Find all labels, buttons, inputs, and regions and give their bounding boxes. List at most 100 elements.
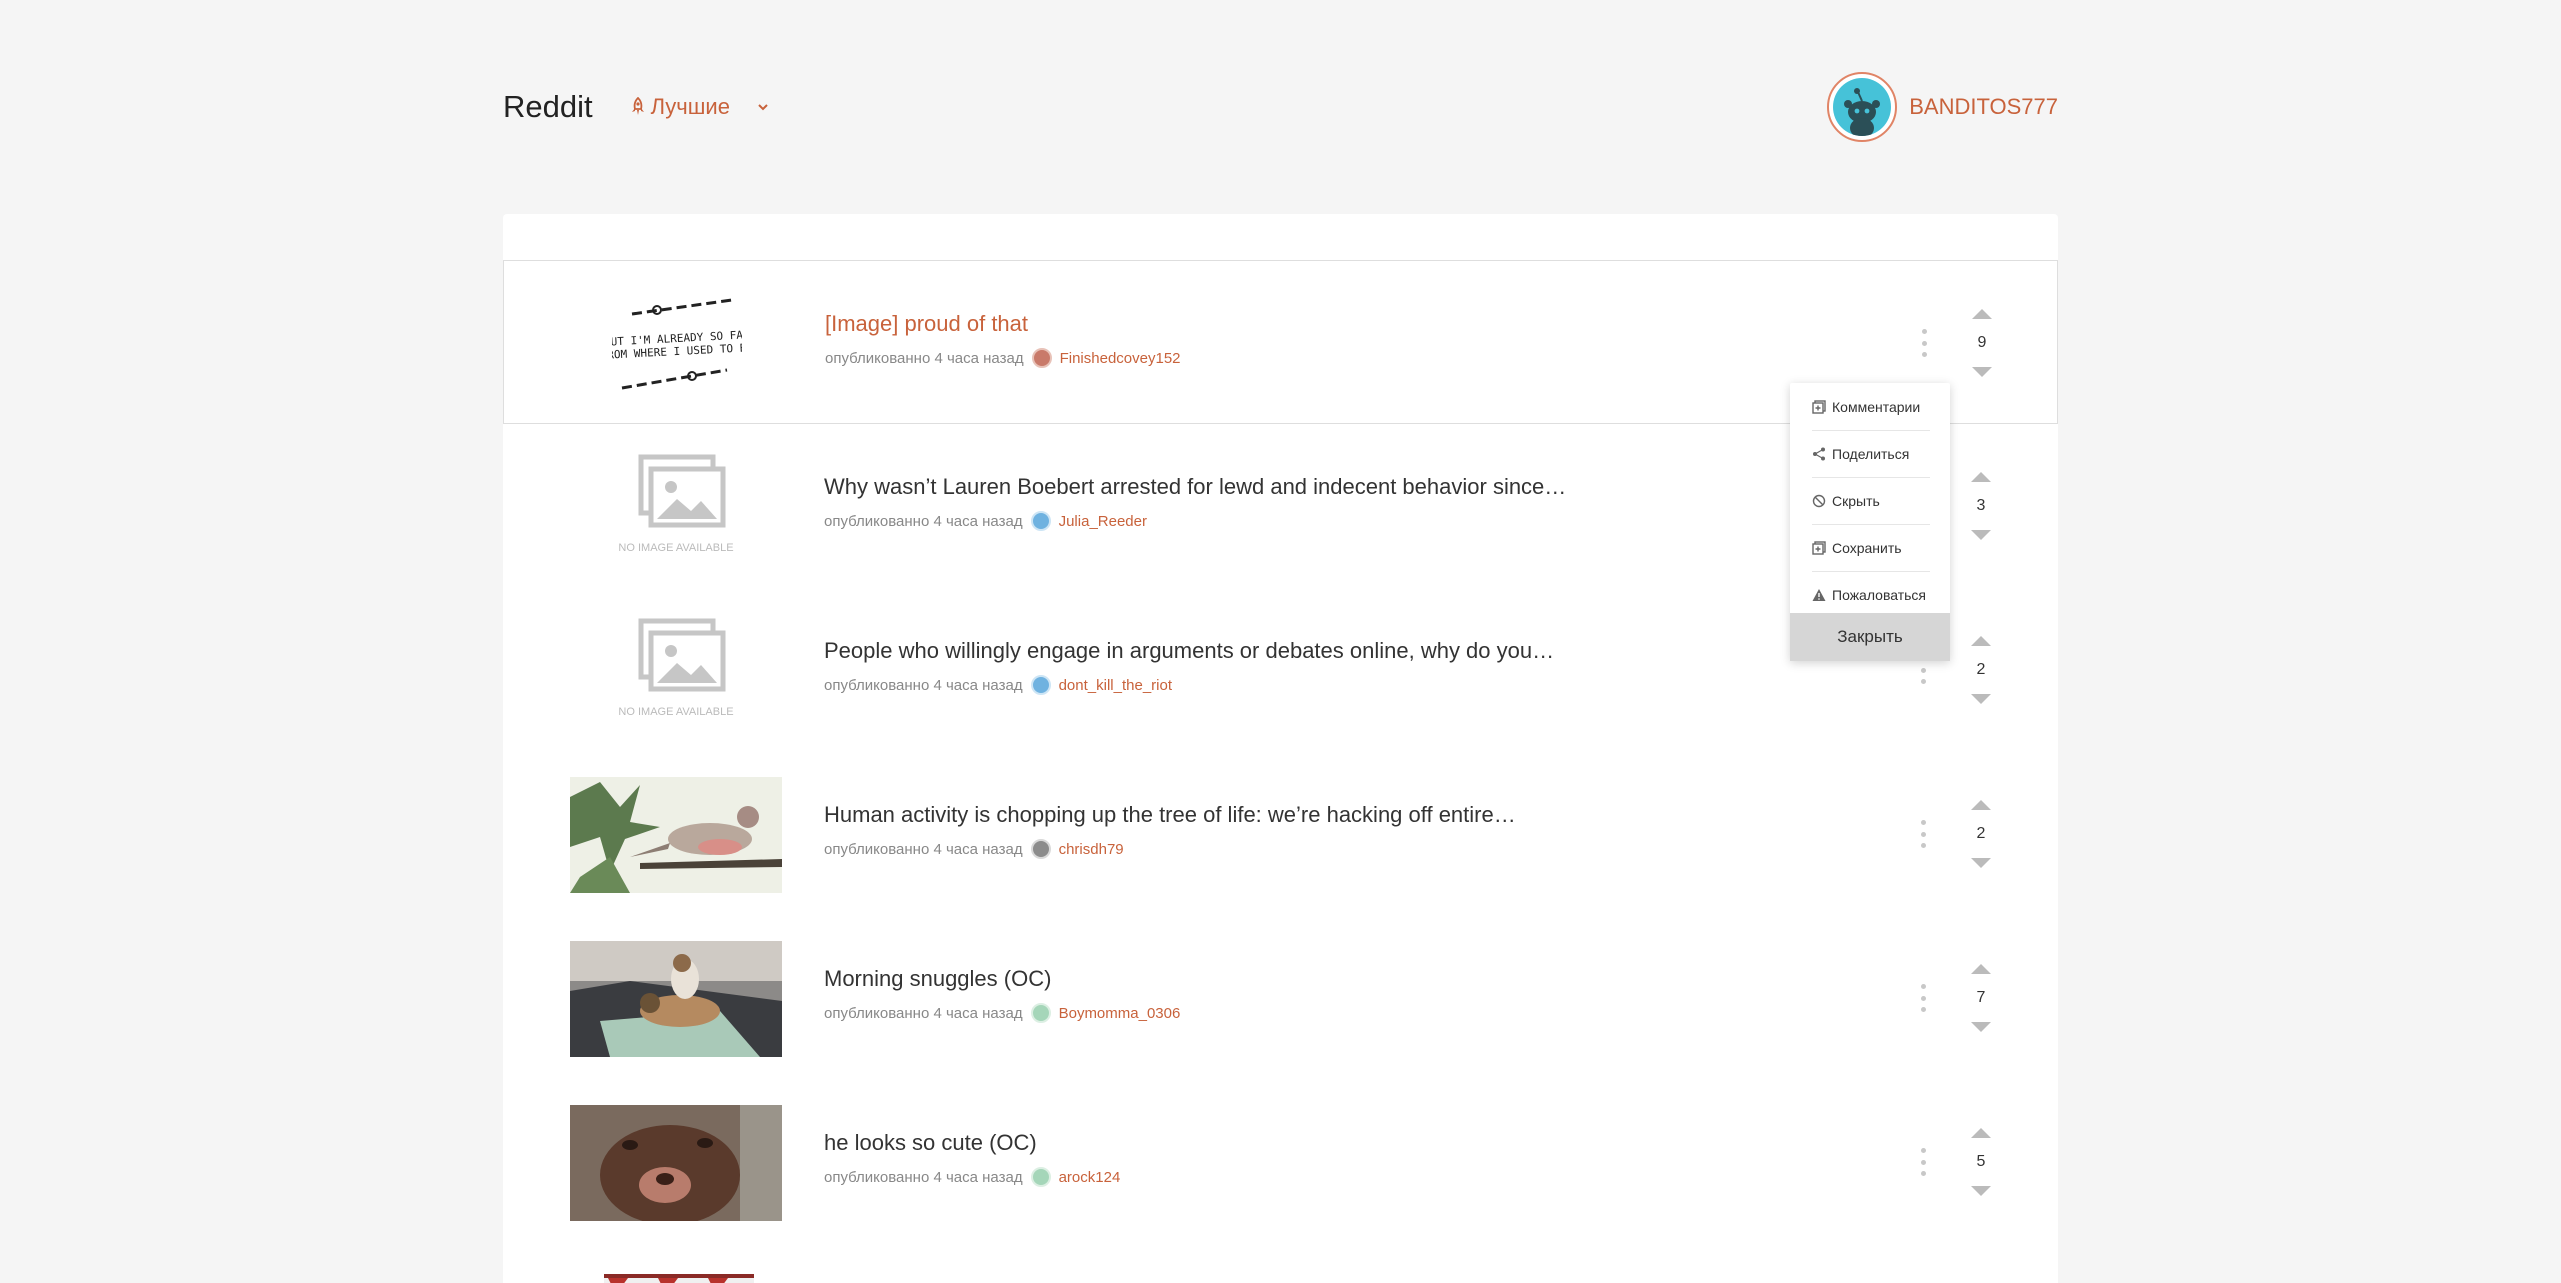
chevron-down-icon[interactable] xyxy=(756,100,770,114)
warning-icon xyxy=(1812,588,1826,601)
downvote-icon[interactable] xyxy=(1971,1186,1991,1196)
handwritten-text-image: BUT I'M ALREADY SO FAR FROM WHERE I USED… xyxy=(612,298,742,390)
score: 7 xyxy=(1976,989,1986,1006)
menu-item-hide[interactable]: Скрыть xyxy=(1790,477,1950,524)
more-options-icon[interactable] xyxy=(1918,329,1930,357)
save-icon xyxy=(1812,540,1826,555)
post-time: опубликованно 4 часа назад xyxy=(824,840,1023,858)
avatar[interactable] xyxy=(1827,72,1898,142)
bird-illustration xyxy=(570,777,782,893)
post-thumbnail[interactable] xyxy=(570,941,782,1057)
post-title[interactable]: Morning snuggles (OC) xyxy=(824,966,1051,992)
post-title[interactable]: [Image] proud of that xyxy=(825,311,1028,337)
menu-item-save[interactable]: Сохранить xyxy=(1790,524,1950,571)
post-meta: опубликованно 4 часа назад dont_kill_the… xyxy=(824,675,1172,695)
post-item[interactable] xyxy=(503,1244,2058,1283)
post-time: опубликованно 4 часа назад xyxy=(825,349,1024,367)
post-time: опубликованно 4 часа назад xyxy=(824,1004,1023,1022)
score: 2 xyxy=(1976,825,1986,842)
upvote-icon[interactable] xyxy=(1971,1128,1991,1138)
menu-close-button[interactable]: Закрыть xyxy=(1790,613,1950,661)
post-time: опубликованно 4 часа назад xyxy=(824,512,1023,530)
post-meta: опубликованно 4 часа назад Boymomma_0306 xyxy=(824,1003,1180,1023)
post-author[interactable]: Boymomma_0306 xyxy=(1059,1005,1181,1022)
vote-controls: 9 xyxy=(1962,309,2002,377)
vote-controls: 5 xyxy=(1961,1128,2001,1196)
header-left: Reddit Лучшие xyxy=(503,89,770,125)
post-author[interactable]: dont_kill_the_riot xyxy=(1059,677,1172,694)
post-item[interactable]: he looks so cute (OC) опубликованно 4 ча… xyxy=(503,1080,2058,1244)
upvote-icon[interactable] xyxy=(1971,800,1991,810)
upvote-icon[interactable] xyxy=(1971,472,1991,482)
post-thumbnail[interactable] xyxy=(570,1274,782,1283)
post-author[interactable]: Finishedcovey152 xyxy=(1060,350,1181,367)
flag-image xyxy=(604,1274,754,1283)
user-avatar-icon xyxy=(1030,1167,1051,1187)
snoo-avatar-icon xyxy=(1833,78,1892,136)
upvote-icon[interactable] xyxy=(1972,309,1992,319)
menu-item-label: Скрыть xyxy=(1832,492,1880,509)
user-avatar-icon xyxy=(1030,839,1051,859)
username[interactable]: BANDITOS777 xyxy=(1909,94,2058,120)
post-meta: опубликованно 4 часа назад Julia_Reeder xyxy=(824,511,1147,531)
rocket-icon xyxy=(631,97,644,115)
upvote-icon[interactable] xyxy=(1971,964,1991,974)
more-options-icon[interactable] xyxy=(1917,820,1929,848)
sort-label: Лучшие xyxy=(650,94,730,119)
vote-controls: 3 xyxy=(1961,472,2001,540)
post-meta: опубликованно 4 часа назад Finishedcovey… xyxy=(825,348,1181,368)
brown-dog-photo xyxy=(570,1105,782,1221)
downvote-icon[interactable] xyxy=(1971,858,1991,868)
post-thumbnail[interactable]: BUT I'M ALREADY SO FAR FROM WHERE I USED… xyxy=(571,286,783,402)
post-author[interactable]: chrisdh79 xyxy=(1059,841,1124,858)
post-thumbnail[interactable] xyxy=(570,1105,782,1221)
sort-dropdown[interactable]: Лучшие xyxy=(629,94,770,120)
menu-item-label: Пожаловаться xyxy=(1832,586,1927,603)
more-options-icon[interactable] xyxy=(1917,1148,1929,1176)
menu-item-comments[interactable]: Комментарии xyxy=(1790,383,1950,430)
menu-item-label: Поделиться xyxy=(1832,445,1910,462)
cat-and-dog-photo xyxy=(570,941,782,1057)
menu-item-share[interactable]: Поделиться xyxy=(1790,430,1950,477)
no-image-icon: NO IMAGE AVAILABLE xyxy=(618,454,734,554)
post-title[interactable]: Human activity is chopping up the tree o… xyxy=(824,802,1516,828)
no-image-label: NO IMAGE AVAILABLE xyxy=(618,706,733,718)
vote-controls: 7 xyxy=(1961,964,2001,1032)
post-author[interactable]: arock124 xyxy=(1059,1169,1121,1186)
post-item[interactable]: Human activity is chopping up the tree o… xyxy=(503,752,2058,916)
post-thumbnail[interactable]: NO IMAGE AVAILABLE xyxy=(570,613,782,729)
vote-controls: 2 xyxy=(1961,636,2001,704)
no-image-icon: NO IMAGE AVAILABLE xyxy=(618,618,734,718)
vote-controls: 2 xyxy=(1961,800,2001,868)
post-thumbnail[interactable] xyxy=(570,777,782,893)
post-thumbnail[interactable]: NO IMAGE AVAILABLE xyxy=(570,449,782,565)
post-meta: опубликованно 4 часа назад arock124 xyxy=(824,1167,1120,1187)
score: 9 xyxy=(1977,334,1987,351)
user-profile[interactable]: BANDITOS777 xyxy=(1827,72,2058,142)
downvote-icon[interactable] xyxy=(1971,530,1991,540)
menu-item-report[interactable]: Пожаловаться xyxy=(1790,571,1950,618)
downvote-icon[interactable] xyxy=(1971,694,1991,704)
post-meta: опубликованно 4 часа назад chrisdh79 xyxy=(824,839,1124,859)
post-time: опубликованно 4 часа назад xyxy=(824,676,1023,694)
user-avatar-icon xyxy=(1030,511,1051,531)
downvote-icon[interactable] xyxy=(1972,367,1992,377)
score: 5 xyxy=(1976,1153,1986,1170)
hide-icon xyxy=(1812,494,1826,507)
comments-icon xyxy=(1812,399,1826,414)
downvote-icon[interactable] xyxy=(1971,1022,1991,1032)
score: 3 xyxy=(1976,497,1986,514)
post-title[interactable]: he looks so cute (OC) xyxy=(824,1130,1037,1156)
post-author[interactable]: Julia_Reeder xyxy=(1059,513,1147,530)
user-avatar-icon xyxy=(1030,1003,1051,1023)
user-avatar-icon xyxy=(1030,675,1051,695)
upvote-icon[interactable] xyxy=(1971,636,1991,646)
post-time: опубликованно 4 часа назад xyxy=(824,1168,1023,1186)
header: Reddit Лучшие BANDITOS777 xyxy=(503,70,2058,144)
no-image-label: NO IMAGE AVAILABLE xyxy=(618,542,733,554)
brand-title: Reddit xyxy=(503,89,593,124)
post-title[interactable]: People who willingly engage in arguments… xyxy=(824,638,1554,664)
post-title[interactable]: Why wasn’t Lauren Boebert arrested for l… xyxy=(824,474,1566,500)
more-options-icon[interactable] xyxy=(1917,984,1929,1012)
post-item[interactable]: Morning snuggles (OC) опубликованно 4 ча… xyxy=(503,916,2058,1080)
